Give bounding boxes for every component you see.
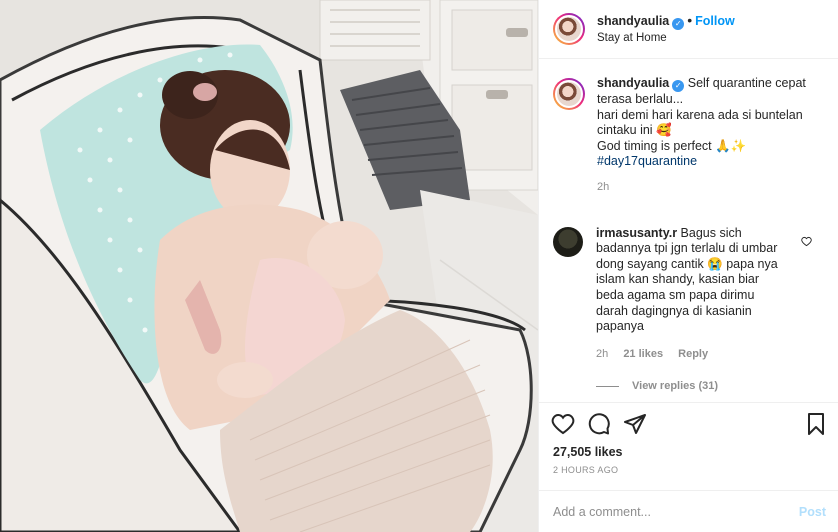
comment-line: Bagus sich: [680, 225, 742, 240]
caption-body: shandyaulia ✓ Self quarantine cepat teras…: [597, 76, 806, 196]
separator-dot: •: [687, 11, 693, 28]
replies-divider: [596, 385, 619, 387]
caption-line: Self quarantine cepat: [687, 76, 806, 90]
view-replies-label: View replies (31): [632, 380, 719, 393]
post-actions-area: 27,505 likes 2 HOURS AGO: [539, 402, 838, 475]
post-sidebar: shandyaulia ✓ • Follow Stay at Home shandya…: [538, 0, 838, 532]
bookmark-icon[interactable]: [804, 412, 828, 436]
post-caption: shandyaulia ✓ Self quarantine cepat teras…: [539, 60, 838, 196]
comment-line: papanya: [596, 319, 644, 334]
post-timestamp[interactable]: 2 HOURS AGO: [539, 465, 838, 475]
follow-button[interactable]: Follow: [695, 14, 735, 28]
comment-like-heart-icon[interactable]: [801, 234, 812, 250]
commenter-username[interactable]: irmasusanty.r: [596, 226, 677, 240]
likes-count[interactable]: 27,505 likes: [539, 445, 838, 459]
post-photo[interactable]: [0, 0, 538, 532]
caption-line: God timing is perfect 🙏✨: [597, 138, 747, 153]
photo-illustration: [0, 0, 538, 532]
author-meta: shandyaulia ✓ • Follow Stay at Home: [597, 12, 735, 47]
comment-line: dong sayang cantik 😭 papa nya: [596, 256, 778, 271]
comment-item: irmasusanty.r Bagus sich badannya tpi jg…: [539, 196, 838, 363]
comment-meta: 2h 21 likes Reply: [596, 347, 801, 363]
comment-input[interactable]: [553, 504, 799, 519]
caption-username[interactable]: shandyaulia: [597, 76, 669, 90]
post-comment-button[interactable]: Post: [799, 505, 826, 519]
caption-line: cintaku ini 🥰: [597, 123, 672, 138]
view-replies-link[interactable]: View replies (31): [596, 380, 838, 392]
post-header: shandyaulia ✓ • Follow Stay at Home: [539, 0, 838, 59]
comment-likes[interactable]: 21 likes: [623, 348, 663, 360]
comment-age[interactable]: 2h: [596, 348, 608, 360]
paper-plane-icon[interactable]: [623, 412, 647, 436]
verified-badge-icon: ✓: [672, 80, 685, 92]
commenter-avatar[interactable]: [553, 226, 583, 257]
heart-icon[interactable]: [551, 412, 575, 436]
caption-age[interactable]: 2h: [597, 180, 806, 196]
comment-line: badannya tpi jgn terlalu di umbar: [596, 241, 778, 256]
author-username[interactable]: shandyaulia: [597, 14, 669, 28]
verified-badge-icon: ✓: [672, 17, 685, 30]
action-bar: [539, 403, 838, 445]
author-avatar[interactable]: [553, 13, 585, 45]
comment-line: darah dagingnya di kasianin: [596, 303, 752, 318]
comment-line: beda agama sm papa dirimu: [596, 287, 755, 302]
caption-hashtag[interactable]: #day17quarantine: [597, 154, 806, 170]
comment-icon[interactable]: [587, 412, 611, 436]
post-location[interactable]: Stay at Home: [597, 30, 735, 47]
comment-body: irmasusanty.r Bagus sich badannya tpi jg…: [596, 226, 801, 363]
comment-line: islam kan shandy, kasian biar: [596, 272, 760, 287]
caption-line: terasa berlalu...: [597, 92, 684, 106]
caption-line: hari demi hari karena ada si buntelan: [597, 107, 803, 122]
reply-button[interactable]: Reply: [678, 348, 708, 360]
comments-scroll-area[interactable]: shandyaulia ✓ Self quarantine cepat teras…: [539, 60, 838, 402]
caption-avatar[interactable]: [553, 78, 585, 110]
add-comment-bar: Post: [539, 490, 838, 532]
